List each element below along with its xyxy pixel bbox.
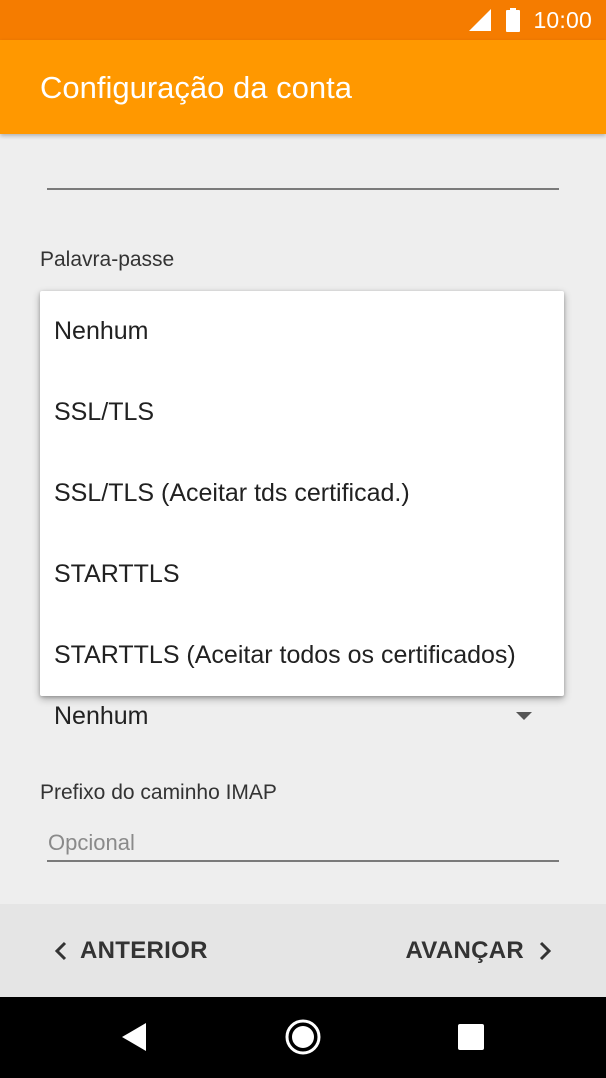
dropdown-option-starttls[interactable]: STARTTLS [40, 534, 564, 615]
previous-field-underline[interactable] [47, 188, 559, 190]
chevron-left-icon [54, 941, 67, 960]
previous-button[interactable]: ANTERIOR [54, 904, 208, 997]
signal-icon [469, 9, 492, 31]
system-nav-bar [0, 997, 606, 1078]
imap-prefix-underline [47, 860, 559, 862]
dropdown-arrow-icon[interactable] [516, 712, 532, 720]
security-type-select[interactable]: Nenhum [54, 702, 149, 731]
home-icon[interactable] [284, 1018, 322, 1056]
app-bar: Configuração da conta [0, 40, 606, 134]
dropdown-option-starttls-accept-all[interactable]: STARTTLS (Aceitar todos os certificados) [40, 615, 564, 696]
chevron-right-icon [539, 941, 552, 960]
next-button[interactable]: AVANÇAR [405, 904, 552, 997]
battery-icon [506, 8, 521, 32]
back-icon[interactable] [120, 1022, 148, 1052]
password-label: Palavra-passe [40, 248, 175, 271]
previous-button-label: ANTERIOR [80, 936, 208, 964]
dropdown-option-ssl-tls[interactable]: SSL/TLS [40, 372, 564, 453]
dropdown-option-nenhum[interactable]: Nenhum [40, 291, 564, 372]
status-bar: 10:00 [0, 0, 606, 40]
next-button-label: AVANÇAR [405, 936, 524, 964]
dropdown-option-ssl-tls-accept-all[interactable]: SSL/TLS (Aceitar tds certificad.) [40, 453, 564, 534]
wizard-nav-bar: ANTERIOR AVANÇAR [0, 904, 606, 997]
security-type-dropdown: Nenhum SSL/TLS SSL/TLS (Aceitar tds cert… [40, 291, 564, 696]
imap-prefix-label: Prefixo do caminho IMAP [40, 781, 277, 804]
recents-icon[interactable] [458, 1024, 484, 1050]
page-title: Configuração da conta [40, 70, 352, 105]
status-icons: 10:00 [467, 0, 592, 40]
imap-prefix-input[interactable]: Opcional [48, 830, 135, 856]
status-clock: 10:00 [533, 6, 592, 33]
